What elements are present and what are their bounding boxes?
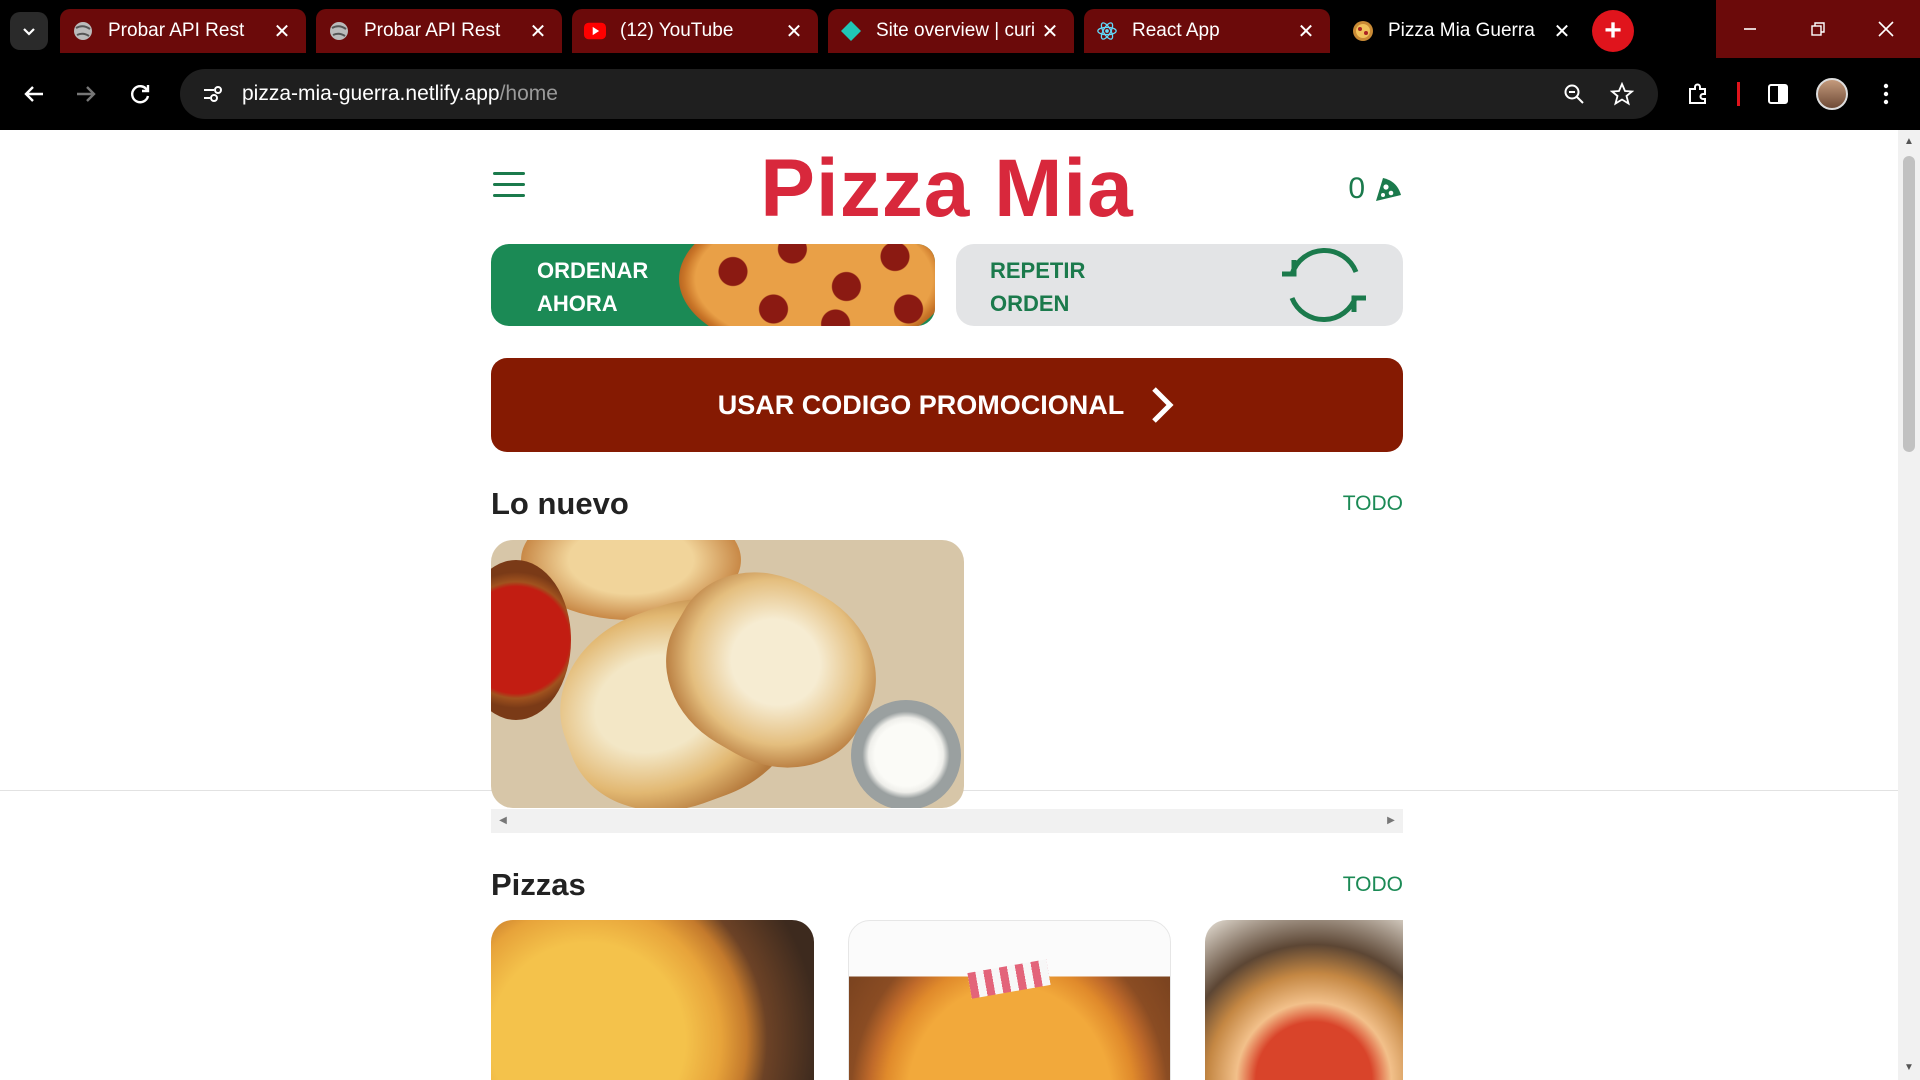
horizontal-scrollbar[interactable]: ◀ ▶ bbox=[491, 809, 1403, 833]
puzzle-icon bbox=[1689, 83, 1706, 104]
vertical-scrollbar[interactable]: ▲ ▼ bbox=[1898, 130, 1920, 1080]
scroll-up-icon[interactable]: ▲ bbox=[1903, 136, 1915, 148]
repeat-order-button[interactable]: REPETIR ORDEN bbox=[956, 244, 1403, 326]
react-icon bbox=[1096, 20, 1118, 42]
tab-title: Probar API Rest bbox=[108, 20, 245, 41]
address-bar[interactable]: pizza-mia-guerra.netlify.app/home bbox=[180, 69, 1658, 119]
menu-button[interactable] bbox=[1866, 74, 1906, 114]
tab-youtube[interactable]: (12) YouTube ✕ bbox=[572, 9, 818, 53]
url-path: /home bbox=[499, 82, 558, 105]
site-settings-icon[interactable] bbox=[198, 80, 226, 108]
globe-icon bbox=[328, 20, 350, 42]
promo-code-label: USAR CODIGO PROMOCIONAL bbox=[717, 389, 1125, 420]
close-icon bbox=[1878, 21, 1894, 37]
profile-avatar[interactable] bbox=[1816, 78, 1848, 110]
cheese-pizza-card[interactable] bbox=[491, 920, 814, 1080]
section-title-new: Lo nuevo bbox=[491, 486, 629, 521]
tab-site-overview[interactable]: Site overview | curi ✕ bbox=[828, 9, 1074, 53]
new-tab-button[interactable]: + bbox=[1592, 10, 1634, 52]
cart-count: 0 bbox=[1348, 172, 1365, 205]
forward-button[interactable] bbox=[66, 74, 106, 114]
cart-button[interactable]: 0 bbox=[1348, 172, 1403, 206]
pepperoni-pizza-image bbox=[679, 244, 935, 326]
extension-indicator bbox=[1737, 82, 1740, 106]
tab-title: Probar API Rest bbox=[364, 20, 501, 41]
refresh-icon bbox=[1282, 247, 1366, 323]
chevron-down-icon bbox=[23, 28, 35, 36]
zoom-icon bbox=[1564, 84, 1584, 104]
url-text: pizza-mia-guerra.netlify.app/home bbox=[242, 82, 558, 106]
pizza-slice-icon bbox=[1376, 178, 1401, 201]
url-host: pizza-mia-guerra.netlify.app bbox=[242, 82, 500, 105]
arrow-right-icon bbox=[77, 86, 96, 102]
minimize-button[interactable] bbox=[1716, 0, 1784, 58]
browser-toolbar: pizza-mia-guerra.netlify.app/home bbox=[0, 62, 1920, 126]
youtube-icon bbox=[584, 20, 606, 42]
minimize-icon bbox=[1744, 28, 1756, 30]
close-tab-icon[interactable]: ✕ bbox=[526, 19, 550, 43]
browser-chrome: Probar API Rest ✕ Probar API Rest ✕ (12)… bbox=[0, 0, 1920, 130]
tab-title: Pizza Mia Guerra bbox=[1388, 20, 1535, 41]
tab-probar-api-1[interactable]: Probar API Rest ✕ bbox=[60, 9, 306, 53]
reload-button[interactable] bbox=[120, 74, 160, 114]
scroll-left-icon[interactable]: ◀ bbox=[497, 815, 509, 827]
see-all-new-link[interactable]: TODO bbox=[1343, 492, 1403, 516]
close-tab-icon[interactable]: ✕ bbox=[270, 19, 294, 43]
section-title-pizzas: Pizzas bbox=[491, 867, 586, 902]
quick-actions: ORDENAR AHORA REPETIR ORDEN bbox=[491, 244, 1403, 326]
tab-title: (12) YouTube bbox=[620, 20, 734, 41]
hawaiian-pizza-card[interactable] bbox=[848, 920, 1171, 1080]
star-icon bbox=[1610, 82, 1634, 106]
repeat-order-label: REPETIR ORDEN bbox=[990, 254, 1085, 320]
tab-pizza-mia-guerra[interactable]: Pizza Mia Guerra ✕ bbox=[1340, 9, 1586, 53]
order-now-line1: ORDENAR bbox=[537, 258, 649, 283]
pizza-favicon bbox=[1352, 20, 1374, 42]
restore-button[interactable] bbox=[1784, 0, 1852, 58]
tab-title: React App bbox=[1132, 20, 1220, 41]
parmesan-bowl-image bbox=[851, 700, 961, 808]
napkin-image bbox=[967, 959, 1051, 999]
chevron-right-icon bbox=[1152, 387, 1174, 423]
tab-probar-api-2[interactable]: Probar API Rest ✕ bbox=[316, 9, 562, 53]
scroll-right-icon[interactable]: ▶ bbox=[1385, 815, 1397, 827]
scroll-down-icon[interactable]: ▼ bbox=[1903, 1062, 1915, 1074]
scrollbar-thumb[interactable] bbox=[1903, 156, 1915, 452]
reload-icon bbox=[131, 85, 150, 104]
close-tab-icon[interactable]: ✕ bbox=[1294, 19, 1318, 43]
page-viewport: Pizza Mia 0 ORDENAR AHORA REPETIR ORDEN bbox=[0, 130, 1898, 1080]
globe-icon bbox=[72, 20, 94, 42]
site-header: Pizza Mia 0 bbox=[491, 130, 1403, 242]
arrow-left-icon bbox=[24, 86, 43, 102]
netlify-icon bbox=[840, 20, 862, 42]
side-panel-button[interactable] bbox=[1758, 74, 1798, 114]
bookmark-button[interactable] bbox=[1604, 76, 1640, 112]
order-now-button[interactable]: ORDENAR AHORA bbox=[491, 244, 935, 326]
page-container: Pizza Mia 0 ORDENAR AHORA REPETIR ORDEN bbox=[491, 130, 1403, 1080]
zoom-button[interactable] bbox=[1556, 76, 1592, 112]
close-tab-icon[interactable]: ✕ bbox=[1550, 19, 1574, 43]
pepperoni-pizza-card[interactable] bbox=[1205, 920, 1403, 1080]
more-vert-icon bbox=[1883, 83, 1889, 105]
side-panel-icon bbox=[1768, 84, 1788, 104]
brand-title: Pizza Mia bbox=[760, 143, 1134, 234]
tab-title: Site overview | curi bbox=[876, 20, 1036, 41]
calzone-product-card[interactable] bbox=[491, 540, 964, 808]
promo-code-button[interactable]: USAR CODIGO PROMOCIONAL bbox=[491, 358, 1403, 452]
tab-search-button[interactable] bbox=[10, 12, 48, 50]
repeat-order-line1: REPETIR bbox=[990, 258, 1086, 283]
tab-strip: Probar API Rest ✕ Probar API Rest ✕ (12)… bbox=[0, 0, 1920, 62]
restore-icon bbox=[1811, 22, 1825, 36]
extensions-button[interactable] bbox=[1678, 74, 1718, 114]
tab-react-app[interactable]: React App ✕ bbox=[1084, 9, 1330, 53]
back-button[interactable] bbox=[14, 74, 54, 114]
order-now-line2: AHORA bbox=[537, 291, 618, 316]
close-tab-icon[interactable]: ✕ bbox=[782, 19, 806, 43]
order-now-label: ORDENAR AHORA bbox=[537, 254, 648, 320]
close-window-button[interactable] bbox=[1852, 0, 1920, 58]
see-all-pizzas-link[interactable]: TODO bbox=[1343, 873, 1403, 897]
repeat-order-line2: ORDEN bbox=[990, 291, 1070, 316]
close-tab-icon[interactable]: ✕ bbox=[1038, 19, 1062, 43]
